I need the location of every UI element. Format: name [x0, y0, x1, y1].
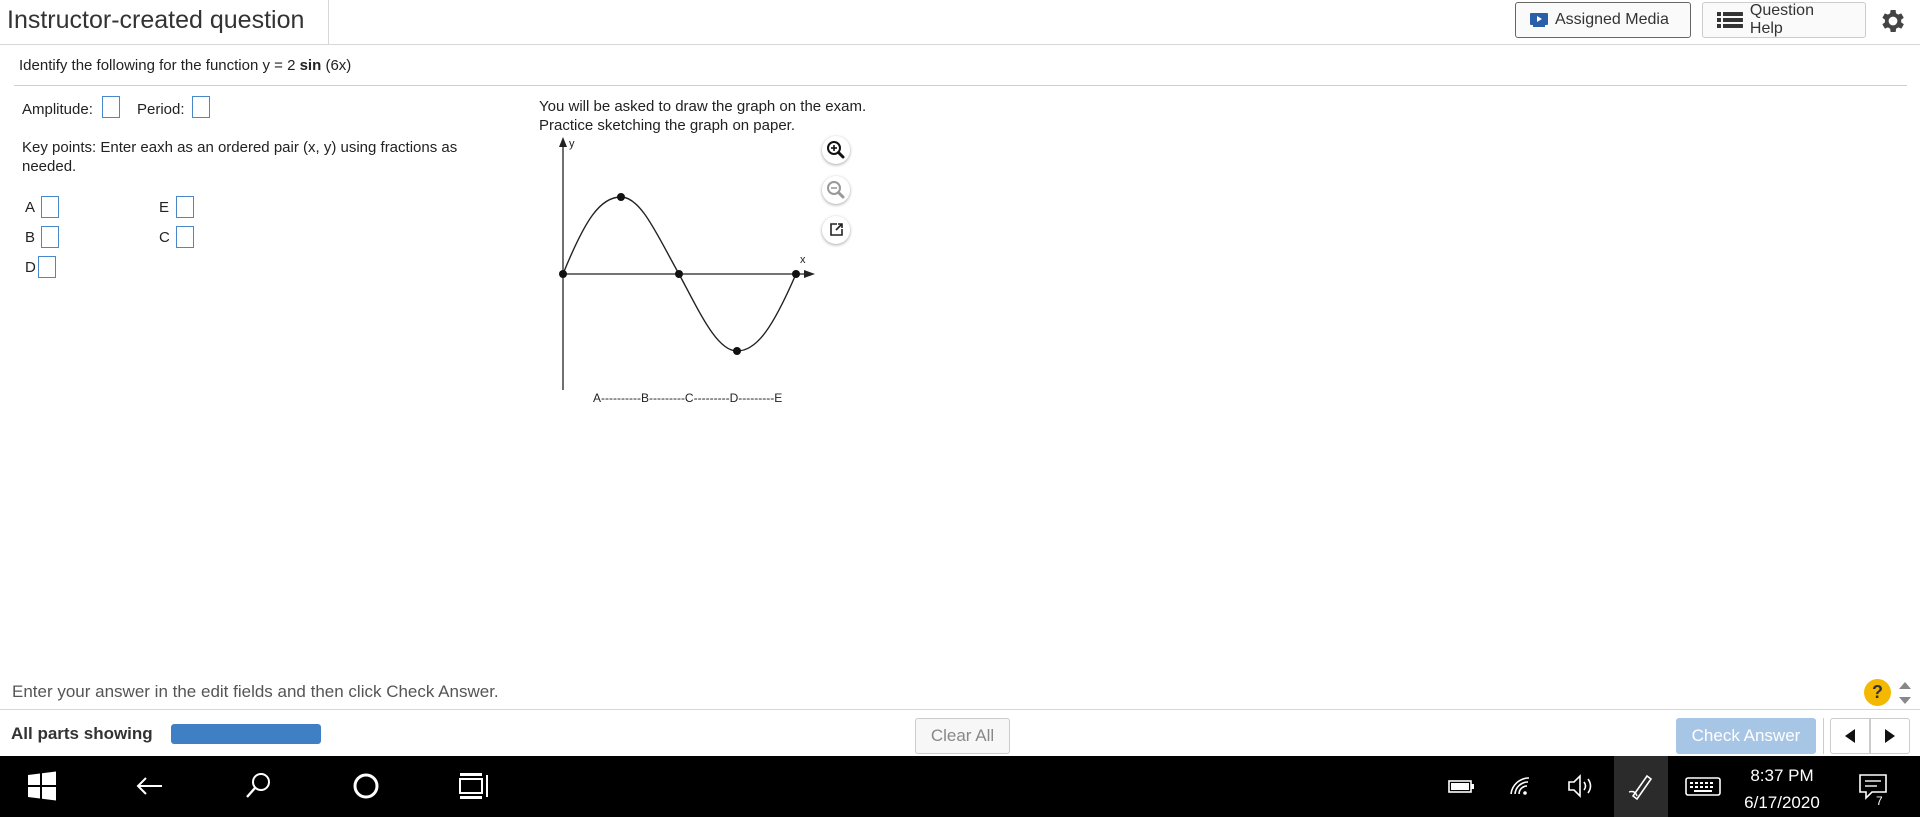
- header-divider: [328, 0, 329, 44]
- windows-taskbar: 8:37 PM 6/17/2020 7: [0, 756, 1920, 817]
- point-label-c: C: [159, 229, 170, 246]
- popout-icon: [830, 223, 843, 236]
- graph-note: You will be asked to draw the graph on t…: [539, 97, 866, 135]
- notification-count: 7: [1876, 794, 1883, 808]
- question-help-button[interactable]: Question Help: [1702, 2, 1866, 38]
- amplitude-label: Amplitude:: [22, 101, 93, 118]
- notification-icon[interactable]: [1855, 770, 1891, 802]
- wifi-icon[interactable]: [1503, 770, 1539, 802]
- question-divider: [14, 85, 1907, 86]
- amplitude-input[interactable]: [102, 96, 120, 118]
- next-button[interactable]: [1870, 718, 1910, 754]
- point-input-d[interactable]: [38, 256, 56, 278]
- clear-all-button[interactable]: Clear All: [915, 718, 1010, 754]
- search-icon[interactable]: [240, 770, 276, 802]
- assigned-media-label: Assigned Media: [1555, 11, 1669, 28]
- windows-start-icon[interactable]: [24, 770, 60, 802]
- y-axis-arrow: [559, 137, 567, 147]
- triangle-left-icon: [1845, 729, 1855, 743]
- task-view-icon[interactable]: [456, 770, 492, 802]
- system-clock[interactable]: 8:37 PM 6/17/2020: [1732, 762, 1832, 816]
- gear-icon[interactable]: [1878, 6, 1908, 36]
- all-parts-label: All parts showing: [11, 724, 153, 743]
- clock-date: 6/17/2020: [1744, 793, 1820, 812]
- point-input-c[interactable]: [176, 226, 194, 248]
- point-input-b[interactable]: [41, 226, 59, 248]
- key-point-c: [675, 270, 683, 278]
- media-icon: [1530, 12, 1548, 27]
- parts-progress-fill: [171, 724, 321, 744]
- point-input-e[interactable]: [176, 196, 194, 218]
- keypoints-instruction-line2: needed.: [22, 158, 77, 175]
- scroll-arrows-icon[interactable]: [1896, 676, 1914, 710]
- question-suffix: (6x): [321, 57, 352, 74]
- question-prompt: Identify the following for the function …: [19, 57, 351, 74]
- key-point-d: [733, 347, 741, 355]
- zoom-in-icon: [827, 141, 845, 159]
- clock-time: 8:37 PM: [1750, 766, 1814, 785]
- tick-caption: A----------B---------C---------D--------…: [593, 391, 782, 405]
- x-axis-label: x: [800, 254, 806, 266]
- point-label-a: A: [25, 199, 36, 216]
- sine-graph: y x A----------B---------C---------D----…: [559, 137, 815, 405]
- previous-button[interactable]: [1830, 718, 1870, 754]
- back-arrow-icon[interactable]: [132, 770, 168, 802]
- graph-note-line2: Practice sketching the graph on paper.: [539, 117, 795, 134]
- zoom-out-icon: [827, 181, 845, 199]
- help-badge[interactable]: ?: [1864, 679, 1891, 706]
- triangle-right-icon: [1885, 729, 1895, 743]
- page-title: Instructor-created question: [7, 6, 305, 34]
- key-point-b: [617, 193, 625, 201]
- period-input[interactable]: [192, 96, 210, 118]
- nav-divider: [1823, 718, 1824, 754]
- cortana-icon[interactable]: [348, 770, 384, 802]
- key-point-e: [792, 270, 800, 278]
- popout-button[interactable]: [822, 216, 850, 244]
- question-function: sin: [299, 57, 322, 74]
- graph-note-line1: You will be asked to draw the graph on t…: [539, 98, 867, 115]
- period-label: Period:: [137, 101, 185, 118]
- parts-progress-bar: [171, 724, 321, 744]
- y-axis-label: y: [569, 138, 575, 150]
- volume-icon[interactable]: [1563, 770, 1599, 802]
- footer-bar: All parts showing Clear All Check Answer: [0, 709, 1920, 757]
- key-point-a: [559, 270, 567, 278]
- keyboard-icon[interactable]: [1683, 770, 1723, 802]
- zoom-in-button[interactable]: [822, 136, 850, 164]
- zoom-out-button[interactable]: [822, 176, 850, 204]
- answer-instructions: Enter your answer in the edit fields and…: [12, 682, 499, 701]
- keypoints-instruction-line1: Key points: Enter eaxh as an ordered pai…: [22, 139, 458, 156]
- point-input-a[interactable]: [41, 196, 59, 218]
- list-icon: [1717, 12, 1743, 28]
- header-bar: Instructor-created question Assigned Med…: [0, 0, 1920, 45]
- question-help-label: Question Help: [1749, 2, 1814, 37]
- question-prefix: Identify the following for the function …: [19, 57, 300, 74]
- check-answer-button[interactable]: Check Answer: [1676, 718, 1816, 754]
- x-axis-arrow: [804, 270, 815, 278]
- point-label-d: D: [25, 259, 36, 276]
- pen-icon[interactable]: [1623, 770, 1659, 802]
- battery-icon[interactable]: [1443, 770, 1479, 802]
- point-label-e: E: [159, 199, 170, 216]
- point-label-b: B: [25, 229, 36, 246]
- assigned-media-button[interactable]: Assigned Media: [1515, 2, 1691, 38]
